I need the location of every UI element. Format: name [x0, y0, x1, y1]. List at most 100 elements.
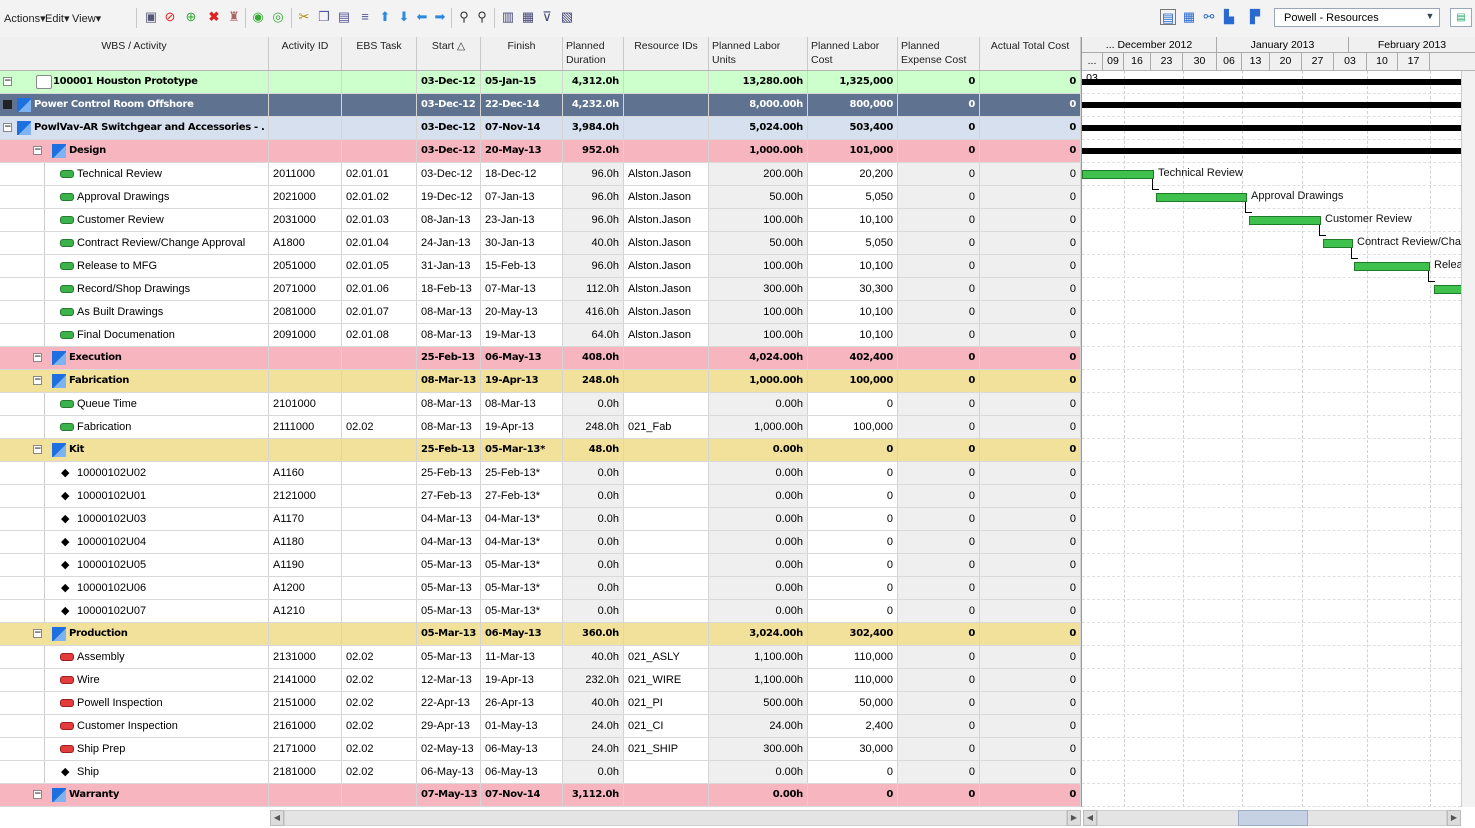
activity-row[interactable]: Release to MFG 2051000 02.01.05 31-Jan-13 15…: [0, 255, 1081, 278]
labor-cost-cell[interactable]: 0: [808, 554, 898, 576]
finish-cell[interactable]: 19-Apr-13: [481, 669, 563, 691]
labor-units-cell[interactable]: 0.00h: [709, 531, 808, 553]
labor-units-cell[interactable]: 0.00h: [709, 577, 808, 599]
actual-cost-cell[interactable]: 0: [980, 669, 1081, 691]
ebs-task-cell[interactable]: [342, 140, 417, 162]
expense-cost-cell[interactable]: 0: [898, 186, 980, 208]
finish-cell[interactable]: 07-Nov-14: [481, 784, 563, 806]
resource-ids-cell[interactable]: Alston.Jason: [624, 278, 709, 300]
ebs-task-cell[interactable]: [342, 370, 417, 392]
duration-cell[interactable]: 96.0h: [563, 209, 624, 231]
expense-cost-cell[interactable]: 0: [898, 646, 980, 668]
labor-cost-cell[interactable]: 30,000: [808, 738, 898, 760]
labor-cost-cell[interactable]: 0: [808, 439, 898, 461]
wbs-activity-cell[interactable]: − PowlVav-AR Switchgear and Accessories -…: [0, 117, 269, 139]
activity-bar[interactable]: [1323, 239, 1353, 248]
wbs-activity-cell[interactable]: − Execution: [0, 347, 269, 369]
labor-units-cell[interactable]: 3,024.00h: [709, 623, 808, 645]
start-cell[interactable]: 07-May-13: [417, 784, 481, 806]
labor-cost-cell[interactable]: 10,100: [808, 324, 898, 346]
duration-cell[interactable]: 0.0h: [563, 462, 624, 484]
resource-ids-cell[interactable]: 021_SHIP: [624, 738, 709, 760]
expense-cost-cell[interactable]: 0: [898, 255, 980, 277]
labor-cost-cell[interactable]: 2,400: [808, 715, 898, 737]
activity-row[interactable]: Fabrication 2111000 02.02 08-Mar-13 19-Apr-1…: [0, 416, 1081, 439]
actual-cost-cell[interactable]: 0: [980, 439, 1081, 461]
wbs-activity-cell[interactable]: − Production: [0, 623, 269, 645]
labor-cost-cell[interactable]: 101,000: [808, 140, 898, 162]
activity-id-cell[interactable]: [269, 439, 342, 461]
expense-cost-cell[interactable]: 0: [898, 71, 980, 93]
gantt-view-icon[interactable]: ▤: [1160, 9, 1176, 25]
activity-row[interactable]: ◆ 10000102U02 A1160 25-Feb-13 25-Feb-13* 0.0h…: [0, 462, 1081, 485]
start-cell[interactable]: 31-Jan-13: [417, 255, 481, 277]
expense-cost-cell[interactable]: 0: [898, 94, 980, 116]
ebs-task-cell[interactable]: [342, 71, 417, 93]
labor-cost-cell[interactable]: 30,300: [808, 278, 898, 300]
cancel-icon[interactable]: ⊘: [162, 9, 178, 25]
wbs-row[interactable]: Power Control Room Offshore 03-Dec-12 22-D…: [0, 94, 1081, 117]
actual-cost-cell[interactable]: 0: [980, 347, 1081, 369]
duration-cell[interactable]: 3,112.0h: [563, 784, 624, 806]
finish-cell[interactable]: 05-Mar-13*: [481, 439, 563, 461]
duration-cell[interactable]: 4,312.0h: [563, 71, 624, 93]
activity-id-cell[interactable]: [269, 140, 342, 162]
ebs-task-cell[interactable]: [342, 347, 417, 369]
actual-cost-cell[interactable]: 0: [980, 117, 1081, 139]
activity-row[interactable]: Ship Prep 2171000 02.02 02-May-13 06-May-13 2…: [0, 738, 1081, 761]
duration-cell[interactable]: 360.0h: [563, 623, 624, 645]
summary-bar[interactable]: [1082, 79, 1475, 85]
actual-cost-cell[interactable]: 0: [980, 94, 1081, 116]
expense-cost-cell[interactable]: 0: [898, 715, 980, 737]
actual-cost-cell[interactable]: 0: [980, 324, 1081, 346]
start-cell[interactable]: 04-Mar-13: [417, 531, 481, 553]
activity-id-cell[interactable]: A1160: [269, 462, 342, 484]
find-icon[interactable]: ⚲: [456, 9, 472, 25]
col-header-wbs[interactable]: WBS / Activity: [0, 37, 269, 70]
labor-cost-cell[interactable]: 1,325,000: [808, 71, 898, 93]
activity-row[interactable]: Wire 2141000 02.02 12-Mar-13 19-Apr-13 232.0h…: [0, 669, 1081, 692]
edit-menu[interactable]: Edit▾: [45, 12, 70, 25]
labor-cost-cell[interactable]: 0: [808, 600, 898, 622]
ebs-task-cell[interactable]: 02.02: [342, 416, 417, 438]
wbs-activity-cell[interactable]: ◆ 10000102U01: [0, 485, 269, 507]
wbs-activity-cell[interactable]: Assembly: [0, 646, 269, 668]
resource-ids-cell[interactable]: Alston.Jason: [624, 209, 709, 231]
labor-cost-cell[interactable]: 0: [808, 462, 898, 484]
columns-icon[interactable]: ▥: [500, 9, 516, 25]
duration-cell[interactable]: 0.0h: [563, 577, 624, 599]
ebs-task-cell[interactable]: [342, 554, 417, 576]
labor-cost-cell[interactable]: 100,000: [808, 370, 898, 392]
scroll-left-arrow-icon[interactable]: ◀: [270, 810, 284, 826]
ebs-task-cell[interactable]: 02.02: [342, 692, 417, 714]
labor-units-cell[interactable]: 100.00h: [709, 255, 808, 277]
duration-cell[interactable]: 416.0h: [563, 301, 624, 323]
resource-ids-cell[interactable]: Alston.Jason: [624, 163, 709, 185]
labor-units-cell[interactable]: 100.00h: [709, 209, 808, 231]
outdent-icon[interactable]: ⬅: [414, 9, 430, 25]
finish-cell[interactable]: 27-Feb-13*: [481, 485, 563, 507]
finish-cell[interactable]: 06-May-13: [481, 738, 563, 760]
wbs-activity-cell[interactable]: Queue Time: [0, 393, 269, 415]
expand-collapse-icon[interactable]: −: [33, 629, 42, 638]
start-cell[interactable]: 25-Feb-13: [417, 439, 481, 461]
col-header-ebs-task[interactable]: EBS Task: [342, 37, 417, 70]
activity-id-cell[interactable]: [269, 623, 342, 645]
ebs-task-cell[interactable]: 02.01.04: [342, 232, 417, 254]
activity-id-cell[interactable]: 2181000: [269, 761, 342, 783]
actual-cost-cell[interactable]: 0: [980, 508, 1081, 530]
resource-ids-cell[interactable]: [624, 117, 709, 139]
duration-cell[interactable]: 0.0h: [563, 508, 624, 530]
activity-id-cell[interactable]: 2051000: [269, 255, 342, 277]
start-cell[interactable]: 05-Mar-13: [417, 646, 481, 668]
ebs-task-cell[interactable]: [342, 439, 417, 461]
actual-cost-cell[interactable]: 0: [980, 646, 1081, 668]
labor-units-cell[interactable]: 1,100.00h: [709, 669, 808, 691]
col-header-resource-ids[interactable]: Resource IDs: [624, 37, 709, 70]
start-cell[interactable]: 03-Dec-12: [417, 71, 481, 93]
labor-units-cell[interactable]: 0.00h: [709, 508, 808, 530]
start-cell[interactable]: 03-Dec-12: [417, 140, 481, 162]
finish-cell[interactable]: 06-May-13: [481, 347, 563, 369]
indent-icon[interactable]: ➡: [432, 9, 448, 25]
ebs-task-cell[interactable]: [342, 600, 417, 622]
